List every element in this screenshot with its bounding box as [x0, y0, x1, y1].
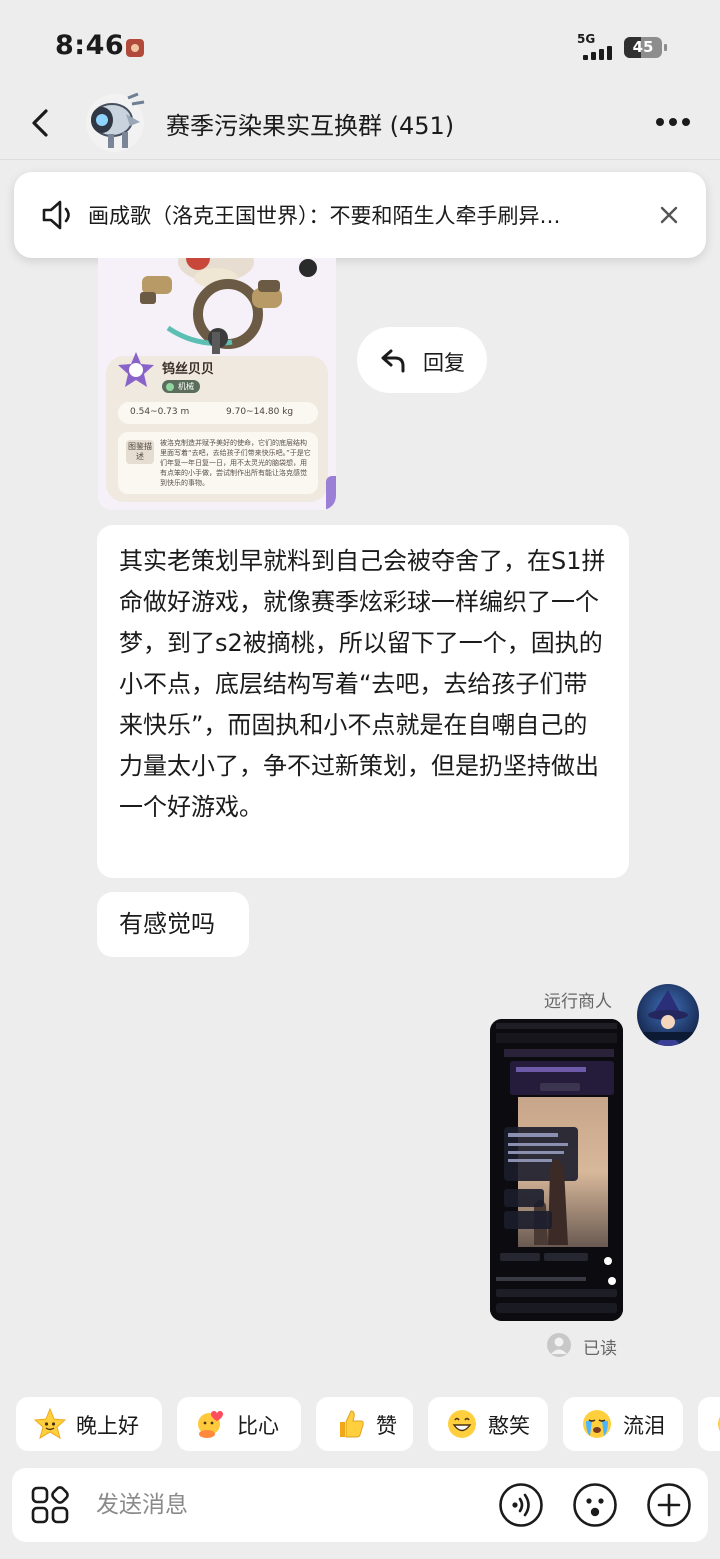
reply-button[interactable]: 回复 — [357, 327, 487, 393]
announcement-banner[interactable]: 画成歌（洛克王国世界）：不要和陌生人牵手刷异… — [14, 172, 706, 258]
speaker-icon — [42, 200, 70, 230]
quick-reply-chip[interactable]: 憨笑 — [428, 1397, 548, 1451]
plus-icon[interactable] — [646, 1482, 692, 1528]
heart-hands-icon — [198, 1411, 223, 1438]
star-face-icon — [34, 1408, 66, 1440]
creature-stats: 0.54~0.73 m 9.70~14.80 kg — [118, 402, 318, 424]
creature-illustration — [140, 258, 317, 354]
creature-info-panel: 钨丝贝贝 机械 0.54~0.73 m 9.70~14.80 kg 图鉴描述 被… — [106, 352, 328, 502]
screenshot-preview — [490, 1019, 623, 1321]
battery-level: 45 — [632, 38, 654, 56]
message-bubble[interactable]: 有感觉吗 — [97, 892, 249, 957]
chat-header: 赛季污染果实互换群 (451) — [0, 86, 720, 160]
reply-arrow-icon — [381, 349, 405, 373]
chevron-left-icon — [32, 109, 48, 137]
wizard-avatar-icon — [637, 984, 699, 1046]
weight-range: 9.70~14.80 kg — [226, 407, 294, 417]
voice-icon[interactable] — [498, 1482, 544, 1528]
avatar[interactable] — [637, 984, 699, 1046]
creature-description: 被洛克制造并赋予美好的使命，它们的底层结构里面写着“去吧，去给孩子们带来快乐吧。… — [160, 439, 311, 487]
screenshot-image-message[interactable] — [490, 1019, 623, 1321]
read-status: 已读 — [583, 1339, 617, 1359]
image-message[interactable]: 钨丝贝贝 机械 0.54~0.73 m 9.70~14.80 kg 图鉴描述 被… — [98, 258, 336, 510]
quick-reply-chip[interactable]: 流泪 — [563, 1397, 683, 1451]
close-icon[interactable] — [656, 202, 682, 228]
emoji-icon — [718, 1416, 720, 1432]
quick-reply-label: 赞 — [376, 1414, 397, 1438]
app-notification-icon — [126, 39, 144, 57]
sender-name: 远行商人 — [544, 992, 612, 1012]
quick-reply-label: 比心 — [237, 1414, 279, 1438]
quick-reply-chip[interactable]: 赞 — [316, 1397, 413, 1451]
status-time: 8:46 — [55, 30, 125, 61]
creature-description-box: 图鉴描述 被洛克制造并赋予美好的使命，它们的底层结构里面写着“去吧，去给孩子们带… — [118, 432, 318, 494]
emoji-icon[interactable] — [572, 1482, 618, 1528]
quick-reply-chip[interactable]: 比心 — [177, 1397, 301, 1451]
quick-reply-label: 晚上好 — [76, 1414, 139, 1438]
grin-face-icon — [448, 1410, 476, 1438]
robot-avatar-icon — [86, 92, 145, 152]
cellular-signal-icon: 5G — [577, 32, 617, 60]
quick-reply-chip[interactable]: 晚上好 — [16, 1397, 162, 1451]
more-options-button[interactable] — [652, 113, 692, 133]
creature-type-badge: 机械 — [162, 380, 200, 393]
back-button[interactable] — [26, 104, 56, 142]
group-avatar[interactable] — [82, 92, 148, 154]
announcement-text: 画成歌（洛克王国世界）：不要和陌生人牵手刷异… — [88, 204, 561, 228]
battery-icon: 45 — [624, 37, 667, 58]
reader-avatar-icon — [547, 1333, 571, 1357]
creature-name: 钨丝贝贝 — [162, 362, 215, 377]
description-tag: 图鉴描述 — [126, 440, 154, 464]
card-corner-decoration — [326, 476, 336, 510]
quick-reply-chip-partial[interactable] — [698, 1397, 720, 1451]
quick-reply-label: 憨笑 — [488, 1414, 530, 1438]
crying-face-icon — [583, 1410, 611, 1438]
group-title: 赛季污染果实互换群 (451) — [166, 112, 455, 140]
status-bar: 8:46 5G 45 — [0, 0, 720, 86]
apps-grid-icon[interactable] — [30, 1485, 70, 1525]
quick-reply-bar: 晚上好 比心 赞 憨笑 流泪 — [0, 1397, 720, 1451]
message-bubble[interactable]: 其实老策划早就料到自己会被夺舍了，在S1拼命做好游戏，就像赛季炫彩球一样编织了一… — [97, 525, 629, 878]
thumbs-up-icon — [340, 1410, 364, 1438]
star-badge-icon — [118, 352, 154, 387]
height-range: 0.54~0.73 m — [130, 407, 190, 417]
network-type: 5G — [577, 32, 596, 46]
message-input[interactable] — [96, 1485, 476, 1525]
quick-reply-label: 流泪 — [623, 1414, 665, 1438]
message-composer — [12, 1468, 708, 1542]
reply-label: 回复 — [423, 351, 465, 375]
